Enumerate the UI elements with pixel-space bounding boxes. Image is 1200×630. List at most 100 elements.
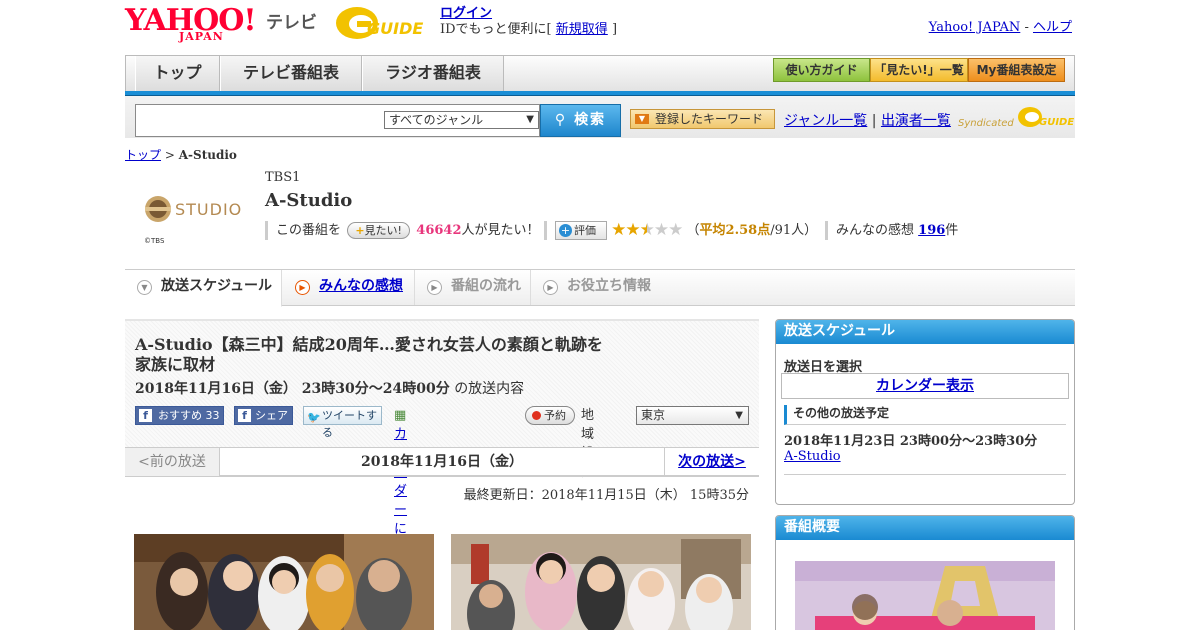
plus-icon: + [559,224,572,237]
genre-select[interactable]: すべてのジャンル ▼ [384,111,539,129]
calendar-display-box[interactable]: カレンダー表示 [781,373,1069,399]
half-star-icon: ★ [639,220,655,240]
previous-broadcast-button: <前の放送 [125,448,220,476]
top-links-sep: - [1024,20,1029,35]
tweet-button[interactable]: 🐦 ツイートする [303,406,382,439]
star-icon: ★ [625,220,640,240]
rating-stat: + 評価 ★★★★★ （平均2.58点/91人） [544,221,817,240]
episode-title: A-Studio【森三中】結成20周年…愛され女芸人の素顔と軌跡を家族に取材 [135,335,603,374]
performer-list-link[interactable]: 出演者一覧 [881,113,951,129]
twitter-bird-icon: 🐦 [307,411,321,424]
rate-button[interactable]: + 評価 [555,221,607,240]
svg-text:GUIDE: GUIDE [1039,117,1074,128]
tab-program-flow-label: 番組の流れ [451,278,521,294]
divider [784,474,1066,475]
other-schedule-heading: その他の放送予定 [784,405,1066,425]
syndicated-label: Syndicated [958,118,1014,129]
my-schedule-settings-button[interactable]: My番組表設定 [968,58,1065,82]
impressions-label: みんなの感想 [836,223,915,238]
want-to-watch-label: 見たい! [364,224,402,237]
registered-keyword-button[interactable]: ▼ 登録したキーワード [630,109,775,129]
facebook-recommend-button[interactable]: f おすすめ 33 [135,406,224,425]
yahoo-logo-sub: JAPAN [179,30,224,43]
episode-date-time: 2018年11月16日（金） 23時30分～24時00分 [135,381,450,397]
login-promo-text: IDでもっと便利に[ [440,22,552,37]
breadcrumb-current: A-Studio [178,148,237,162]
yahoo-japan-logo[interactable]: YAHOO! JAPAN [125,6,262,44]
facebook-share-button[interactable]: f シェア [234,406,293,425]
region-select-value: 東京 [641,408,666,422]
rating-stars: ★★★★★ [611,220,683,240]
channel-name: TBS1 [265,170,301,185]
main-nav: トップ テレビ番組表 ラジオ番組表 使い方ガイド 「見たい!」一覧 My番組表設… [125,55,1075,92]
top-links: Yahoo! JAPAN - ヘルプ [929,16,1072,35]
gguide-small-logo: GUIDE [1017,107,1074,128]
next-schedule-date: 2018年11月23日 23時00分～23時30分 [784,434,1038,449]
next-broadcast-link[interactable]: 次の放送> [664,448,759,476]
episode-photo-2 [451,534,751,630]
chevron-right-icon: ▶ [427,280,442,295]
nav-tab-radio-schedule[interactable]: ラジオ番組表 [362,56,504,92]
a-studio-logo: STUDIO [141,192,249,226]
chevron-down-icon: ▼ [526,114,534,125]
tab-impressions-label: みんなの感想 [319,278,403,294]
tab-impressions[interactable]: ▶ みんなの感想 [283,270,415,305]
record-icon [532,411,541,420]
nav-tab-top[interactable]: トップ [135,56,220,92]
impressions-stat: みんなの感想 196件 [825,221,958,240]
tab-useful-info-label: お役立ち情報 [567,278,651,294]
tab-broadcast-schedule-label: 放送スケジュール [161,278,273,294]
svg-text:GUIDE: GUIDE [367,19,423,38]
want-prefix: この番組を [276,223,342,238]
genre-select-value: すべてのジャンル [389,113,484,127]
tab-useful-info: ▶ お役立ち情報 [531,270,661,305]
search-icon: ⚲ [554,112,568,128]
breadcrumb-sep: > [164,148,175,162]
gguide-logo[interactable]: GUIDE [335,5,433,41]
rating-average: 平均2.58点 [699,223,771,238]
want-count: 46642 [416,223,462,238]
region-select[interactable]: 東京 ▼ [636,406,749,425]
help-link[interactable]: ヘルプ [1033,20,1072,35]
episode-date: 2018年11月16日（金） 23時30分～24時00分 の放送内容 [135,378,524,398]
star-empty-icon: ★ [668,220,683,240]
login-link[interactable]: ログイン [440,6,492,21]
facebook-icon: f [238,409,251,422]
episode-photo-1 [134,534,434,630]
want-suffix: 人が見たい！ [461,223,540,238]
episode-date-suffix: の放送内容 [454,381,525,397]
plus-icon: + [355,224,365,237]
broadcast-pager: <前の放送 2018年11月16日（金） 次の放送> [125,447,759,477]
rating-open: （ [686,223,700,238]
next-schedule-program-link[interactable]: A-Studio [784,449,841,464]
nav-tab-tv-schedule[interactable]: テレビ番組表 [220,56,362,92]
tv-label[interactable]: テレビ [266,8,317,33]
next-schedule-link-wrap: A-Studio [784,449,841,464]
yahoo-japan-link[interactable]: Yahoo! JAPAN [929,20,1021,35]
impressions-unit: 件 [945,223,959,238]
dropdown-arrow-icon: ▼ [635,114,649,124]
reserve-button[interactable]: 予約 [525,406,575,425]
facebook-recommend-label: おすすめ 33 [158,409,220,422]
facebook-icon: f [139,409,152,422]
reserve-label: 予約 [544,409,566,422]
star-empty-icon: ★ [653,220,669,240]
tab-broadcast-schedule[interactable]: ▼ 放送スケジュール [125,270,282,307]
breadcrumb-top-link[interactable]: トップ [125,148,161,162]
chevron-right-icon: ▶ [295,280,310,295]
want-to-watch-stat: この番組を +見たい! 46642人が見たい！ [265,221,540,240]
signup-link[interactable]: 新規取得 [556,22,608,37]
calendar-display-link[interactable]: カレンダー表示 [876,378,974,394]
impressions-count-link[interactable]: 196 [918,223,945,238]
rate-button-label: 評価 [574,224,596,237]
current-broadcast-date: 2018年11月16日（金） [361,454,523,470]
copyright-label: ©TBS [144,237,165,245]
sidebar-schedule-title: 放送スケジュール [776,320,1074,344]
star-icon: ★ [611,220,626,240]
rating-count: /91人） [770,223,818,238]
genre-list-link[interactable]: ジャンル一覧 [784,113,867,129]
want-to-watch-button[interactable]: +見たい! [347,222,411,239]
want-list-button[interactable]: 「見たい!」一覧 [870,58,968,82]
search-button[interactable]: ⚲ 検索 [540,104,621,137]
usage-guide-button[interactable]: 使い方ガイド [773,58,870,82]
